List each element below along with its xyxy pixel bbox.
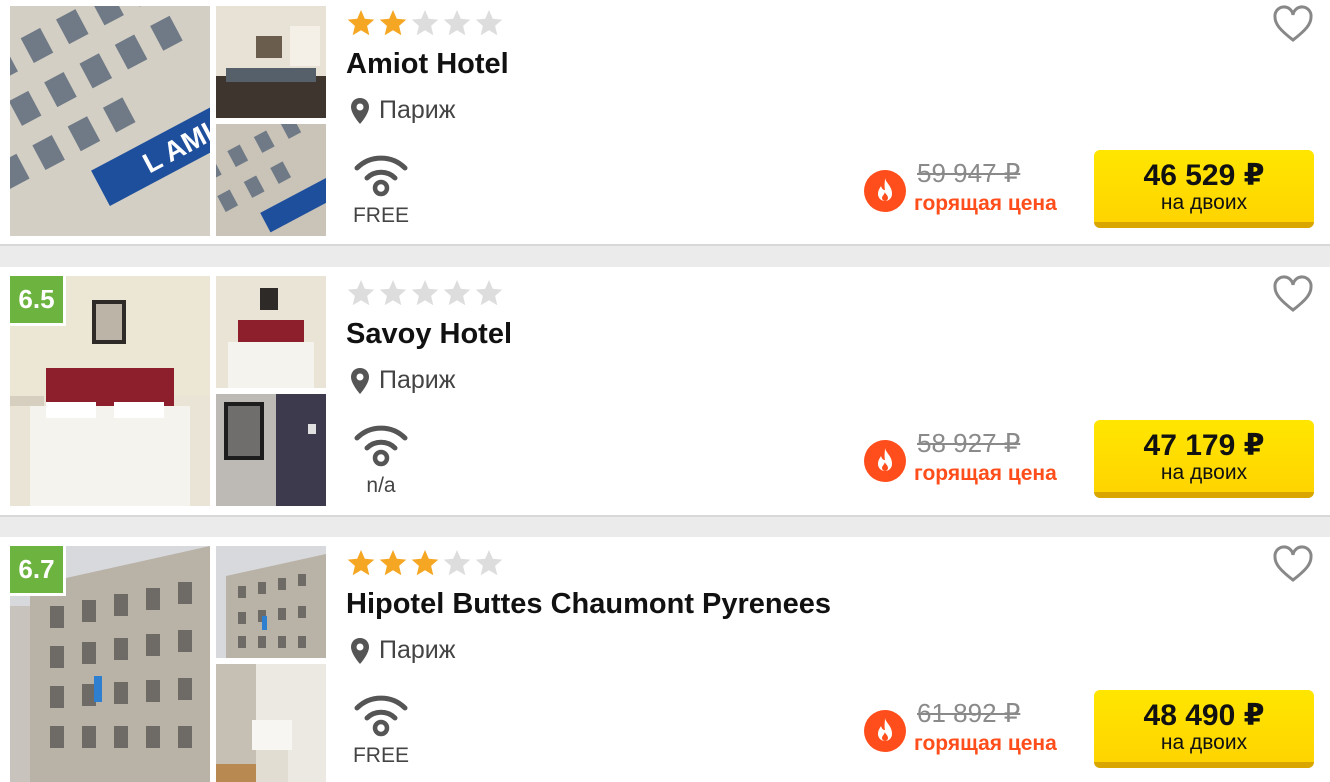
star-rating	[346, 278, 504, 308]
rating-badge: 6.7	[10, 546, 66, 596]
price-note: на двоих	[1160, 191, 1248, 214]
wifi-info: FREE	[350, 150, 412, 228]
flame-icon	[864, 440, 906, 482]
map-pin-icon	[349, 97, 371, 125]
hotel-photo-thumb[interactable]	[216, 276, 326, 388]
star-icon	[442, 278, 472, 308]
hot-price-label: горящая цена	[914, 462, 1057, 485]
star-icon	[442, 8, 472, 38]
hotel-location: Париж	[349, 366, 455, 395]
wifi-label: n/a	[366, 474, 396, 497]
wifi-label: FREE	[352, 204, 409, 227]
hotel-card[interactable]: 6.5 Savoy Hotel Париж n/a 58 927 ₽ горящ…	[0, 267, 1330, 517]
wifi-info: n/a	[350, 420, 412, 498]
hotel-card[interactable]: L AMI Amiot Hotel Париж FREE 59 947 ₽ го…	[0, 0, 1330, 246]
star-icon	[442, 548, 472, 578]
map-pin-icon	[349, 637, 371, 665]
wifi-info: FREE	[350, 690, 412, 768]
rating-badge: 6.5	[10, 276, 66, 326]
star-icon	[474, 278, 504, 308]
star-icon	[346, 278, 376, 308]
hotel-name[interactable]: Hipotel Buttes Chaumont Pyrenees	[346, 588, 831, 621]
hot-price-label: горящая цена	[914, 192, 1057, 215]
map-pin-icon	[349, 367, 371, 395]
star-icon	[474, 548, 504, 578]
heart-outline-icon[interactable]	[1272, 544, 1314, 584]
old-price: 58 927 ₽	[917, 428, 1021, 458]
hotel-photo-thumb[interactable]	[216, 664, 326, 782]
wifi-icon	[350, 150, 412, 198]
hotel-photo-main[interactable]: L AMI	[10, 6, 210, 236]
hotel-card[interactable]: 6.7 Hipotel Buttes Chaumont Pyrenees Пар…	[0, 537, 1330, 782]
wifi-label: FREE	[352, 744, 409, 767]
price-button[interactable]: 48 490 ₽ на двоих	[1094, 690, 1314, 768]
hotel-location: Париж	[349, 96, 455, 125]
wifi-icon	[350, 420, 412, 468]
price-note: на двоих	[1160, 461, 1248, 484]
hotel-name[interactable]: Savoy Hotel	[346, 318, 512, 351]
flame-icon	[864, 710, 906, 752]
hotel-photo-thumb[interactable]	[216, 394, 326, 506]
star-icon	[346, 8, 376, 38]
star-icon	[410, 8, 440, 38]
flame-icon	[864, 170, 906, 212]
price-value: 46 529 ₽	[1143, 159, 1265, 192]
star-icon	[474, 8, 504, 38]
price-value: 47 179 ₽	[1143, 429, 1265, 462]
price-value: 48 490 ₽	[1143, 699, 1265, 732]
hotel-photo-thumb[interactable]	[216, 6, 326, 118]
star-icon	[378, 548, 408, 578]
city-name: Париж	[379, 636, 456, 664]
hotel-photo-thumb[interactable]	[216, 546, 326, 658]
heart-outline-icon[interactable]	[1272, 274, 1314, 314]
hot-price-label: горящая цена	[914, 732, 1057, 755]
heart-outline-icon[interactable]	[1272, 4, 1314, 44]
star-icon	[410, 548, 440, 578]
price-note: на двоих	[1160, 731, 1248, 754]
price-button[interactable]: 47 179 ₽ на двоих	[1094, 420, 1314, 498]
hotel-location: Париж	[349, 636, 455, 665]
star-rating	[346, 548, 504, 578]
star-rating	[346, 8, 504, 38]
star-icon	[410, 278, 440, 308]
star-icon	[378, 8, 408, 38]
wifi-icon	[350, 690, 412, 738]
city-name: Париж	[379, 366, 456, 394]
city-name: Париж	[379, 96, 456, 124]
star-icon	[346, 548, 376, 578]
star-icon	[378, 278, 408, 308]
hotel-name[interactable]: Amiot Hotel	[346, 48, 509, 81]
hotel-photo-thumb[interactable]	[216, 124, 326, 236]
old-price: 59 947 ₽	[917, 158, 1021, 188]
price-button[interactable]: 46 529 ₽ на двоих	[1094, 150, 1314, 228]
old-price: 61 892 ₽	[917, 698, 1021, 728]
